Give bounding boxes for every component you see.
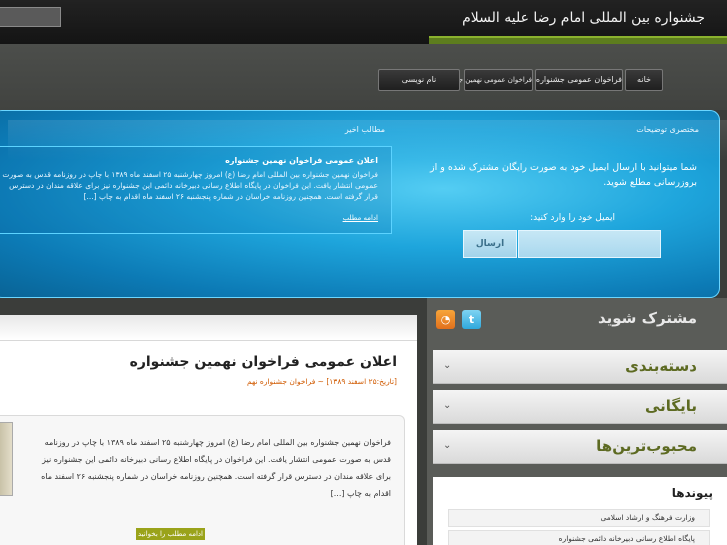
subscribe-label: مشترک شوید	[597, 309, 697, 327]
post-title[interactable]: اعلان عمومی فراخوان نهمین جشنواره	[130, 354, 397, 370]
nav-item-register[interactable]: نام نویسی	[378, 69, 460, 91]
description-heading: مختصری توضیحات	[636, 125, 699, 134]
description-text: شما میتوانید با ارسال ایمیل خود به صورت …	[430, 162, 697, 188]
top-search-input[interactable]	[0, 7, 61, 27]
chevron-down-icon: ⌄	[443, 400, 452, 411]
chevron-down-icon: ⌄	[443, 440, 452, 451]
main-content-top	[0, 315, 417, 341]
post-thumbnail[interactable]	[0, 422, 13, 496]
sidebar-popular[interactable]: محبوب‌ترین‌ها ⌄	[433, 430, 727, 464]
links-title: پیوندها	[671, 486, 713, 500]
recent-post-title[interactable]: اعلان عمومی فراخوان نهمین جشنواره	[225, 156, 378, 165]
recent-post-excerpt: فراخوان نهمین جشنواره بین المللی امام رض…	[2, 170, 378, 201]
nav-item-ninth-call[interactable]: فراخوان عمومی نهمین جشنواره	[438, 69, 533, 91]
nav-item-call[interactable]: فراخوان عمومی جشنواره	[535, 69, 623, 91]
send-button[interactable]: ارسال	[463, 230, 517, 258]
chevron-down-icon: ⌄	[443, 360, 452, 371]
recent-read-more-link[interactable]: ادامه مطلب	[343, 214, 378, 222]
categories-label: دسته‌بندی	[625, 357, 697, 375]
title-underline	[429, 36, 727, 44]
link-item-secretariat[interactable]: پایگاه اطلاع رسانی دبیرخانه دائمی جشنوار…	[448, 530, 710, 545]
post-meta[interactable]: [تاریخ:۲۵ اسفند ۱۳۸۹] ~ فراخوان جشنواره …	[247, 377, 397, 386]
site-title[interactable]: جشنواره بین المللی امام رضا علیه السلام	[462, 10, 705, 26]
post-body: فراخوان نهمین جشنواره بین المللی امام رض…	[41, 438, 391, 498]
email-input[interactable]	[518, 230, 661, 258]
archive-label: بایگانی	[644, 397, 697, 415]
nav-item-home[interactable]: خانه	[625, 69, 663, 91]
popular-label: محبوب‌ترین‌ها	[596, 437, 697, 455]
sidebar-archive[interactable]: بایگانی ⌄	[433, 390, 727, 424]
read-more-button[interactable]: ادامه مطلب را بخوانید	[136, 528, 205, 540]
rss-icon[interactable]: ◔	[436, 310, 455, 329]
twitter-icon[interactable]: t	[462, 310, 481, 329]
link-item-ministry[interactable]: وزارت فرهنگ و ارشاد اسلامی	[448, 509, 710, 527]
recent-heading: مطالب اخیر	[344, 125, 385, 134]
email-label: ایمیل خود را وارد کنید:	[530, 213, 615, 223]
sidebar-categories[interactable]: دسته‌بندی ⌄	[433, 350, 727, 384]
